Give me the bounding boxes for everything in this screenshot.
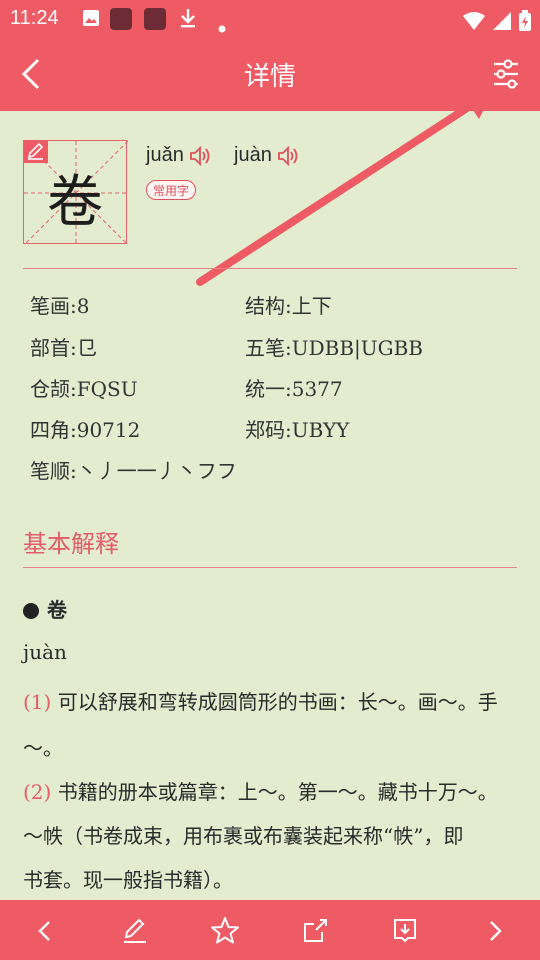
chevron-left-icon <box>38 921 50 941</box>
definition-2-line-2: ～帙（书卷成束，用布裹或布囊装起来称“帙”，即 <box>23 824 464 848</box>
four-corner-info: 四角:90712 <box>30 418 141 442</box>
definition-number: (2) <box>23 780 52 804</box>
edit-note-button[interactable] <box>118 914 152 948</box>
radical-info: 部首:㔾 <box>30 336 97 360</box>
bookmark-icon <box>394 919 416 943</box>
stroke-order-info: 笔顺:丶丿一一丿丶フフ <box>30 459 237 483</box>
share-icon <box>304 919 327 942</box>
definition-text: 书籍的册本或篇章：上～。第一～。藏书十万～。 <box>57 780 498 804</box>
cangjie-info: 仓颉:FQSU <box>30 377 138 401</box>
bottom-toolbar <box>0 900 540 960</box>
unicode-info: 统一:5377 <box>245 377 343 401</box>
strokes-info: 笔画:8 <box>30 294 90 318</box>
entry-char: 卷 <box>47 598 67 622</box>
entry-pinyin: juàn <box>23 640 67 664</box>
star-icon <box>211 917 239 944</box>
definition-1-line-2: ～。 <box>23 736 63 760</box>
annotation-arrow <box>196 90 494 286</box>
bookmark-button[interactable] <box>388 914 422 948</box>
next-button[interactable] <box>478 914 512 948</box>
pencil-icon <box>124 918 146 943</box>
definition-text: 可以舒展和弯转成圆筒形的书画：长～。画～。手 <box>57 690 498 714</box>
prev-button[interactable] <box>28 914 62 948</box>
favorite-button[interactable] <box>208 914 242 948</box>
definition-number: (1) <box>23 690 52 714</box>
chevron-right-icon <box>490 921 502 941</box>
section-title-basic: 基本解释 <box>23 530 119 558</box>
zhengma-info: 郑码:UBYY <box>245 418 350 442</box>
divider <box>23 268 517 269</box>
entry-heading: 卷 <box>23 594 67 623</box>
share-button[interactable] <box>298 914 332 948</box>
definition-2-line-1: (2) 书籍的册本或篇章：上～。第一～。藏书十万～。 <box>23 776 517 805</box>
definition-2-line-3: 书套。现一般指书籍）。 <box>23 868 233 892</box>
divider <box>23 567 517 568</box>
wubi-info: 五笔:UDBB|UGBB <box>245 336 423 360</box>
definition-1-line-1: (1) 可以舒展和弯转成圆筒形的书画：长～。画～。手 <box>23 686 517 715</box>
structure-info: 结构:上下 <box>245 294 332 318</box>
bullet-icon <box>23 603 39 619</box>
